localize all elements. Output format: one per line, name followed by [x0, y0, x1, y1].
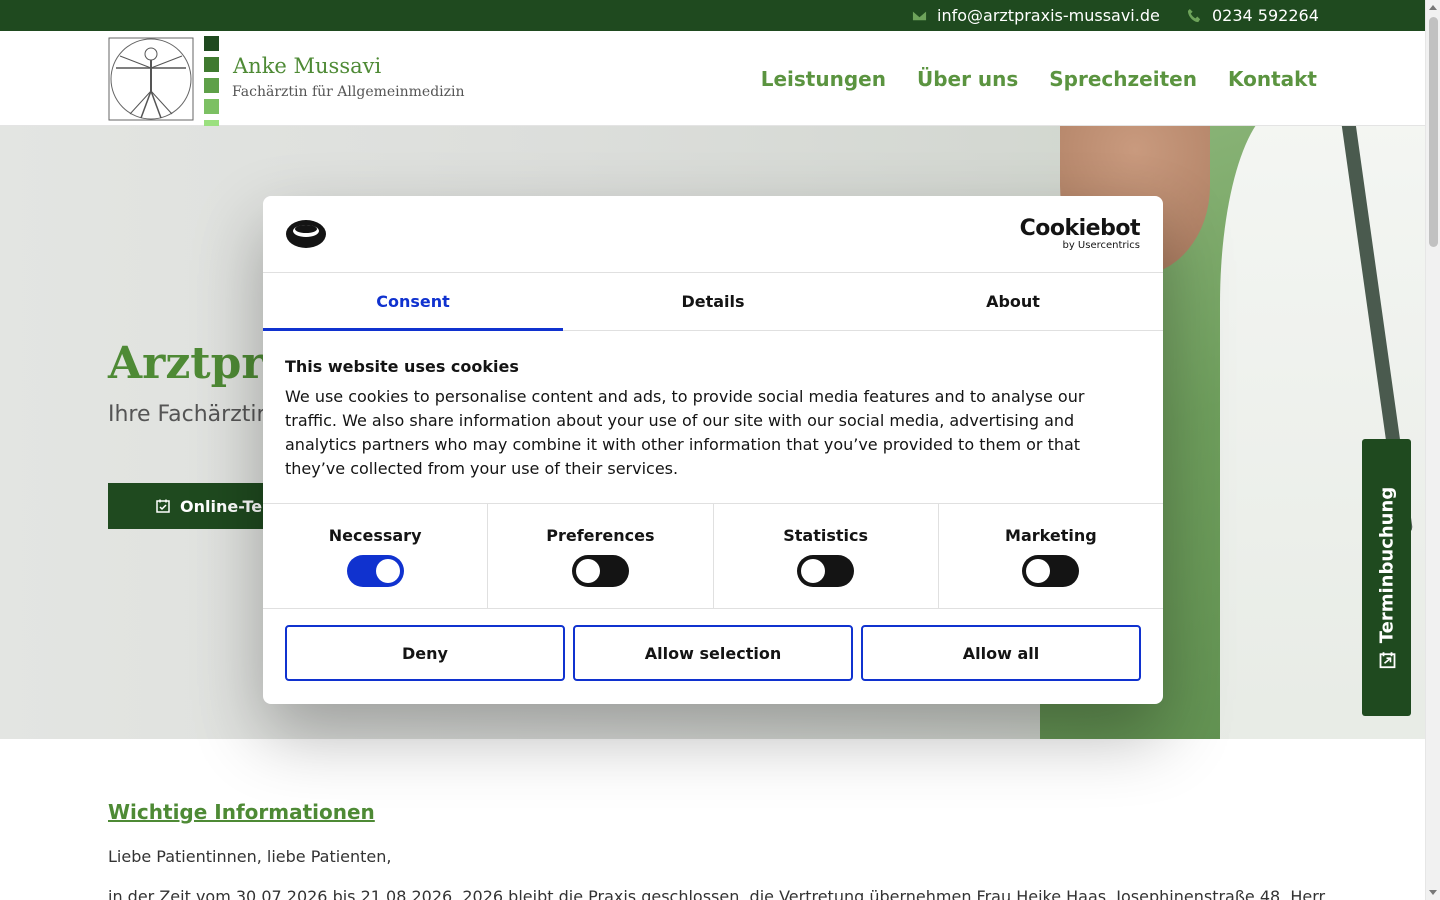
side-booking-label: Terminbuchung [1376, 486, 1397, 643]
logo-square [204, 78, 219, 93]
deny-button[interactable]: Deny [285, 625, 565, 681]
logo-square [204, 99, 219, 114]
scroll-down-arrow[interactable] [1429, 890, 1437, 895]
logo-square [204, 36, 219, 51]
necessary-toggle[interactable] [346, 555, 404, 587]
main-navigation: Leistungen Über uns Sprechzeiten Kontakt [761, 67, 1317, 91]
page-scrollbar[interactable] [1425, 0, 1440, 900]
tab-about[interactable]: About [863, 273, 1163, 330]
nav-ueber-uns[interactable]: Über uns [917, 67, 1018, 91]
nav-kontakt[interactable]: Kontakt [1228, 67, 1317, 91]
category-label: Marketing [1005, 526, 1097, 545]
side-booking-tab[interactable]: Terminbuchung [1362, 439, 1411, 716]
dialog-tabs: Consent Details About [263, 273, 1163, 331]
category-marketing: Marketing [939, 504, 1163, 608]
statistics-toggle[interactable] [797, 555, 855, 587]
calendar-check-icon [156, 499, 170, 513]
top-contact-bar: info@arztpraxis-mussavi.de 0234 592264 [0, 0, 1425, 31]
content-greeting: Liebe Patientinnen, liebe Patienten, [108, 847, 392, 866]
category-statistics: Statistics [714, 504, 939, 608]
hero-title: Arztpr [108, 338, 265, 389]
scrollbar-thumb[interactable] [1429, 17, 1438, 247]
marketing-toggle[interactable] [1022, 555, 1080, 587]
scroll-up-arrow[interactable] [1429, 5, 1437, 10]
brand-subtitle: Fachärztin für Allgemeinmedizin [232, 84, 465, 100]
vitruvian-man-logo[interactable] [108, 36, 196, 122]
allow-all-button[interactable]: Allow all [861, 625, 1141, 681]
tab-details[interactable]: Details [563, 273, 863, 330]
cookiebot-name: Cookiebot [1019, 216, 1141, 241]
cookiebot-brand[interactable]: Cookiebot by Usercentrics [1019, 216, 1141, 252]
email-text: info@arztpraxis-mussavi.de [937, 6, 1160, 25]
logo-square [204, 57, 219, 72]
toggle-knob [375, 559, 400, 583]
category-preferences: Preferences [488, 504, 714, 608]
category-label: Statistics [783, 526, 868, 545]
envelope-icon [912, 10, 927, 21]
email-link[interactable]: info@arztpraxis-mussavi.de [912, 6, 1160, 25]
calendar-arrow-icon [1378, 651, 1395, 668]
side-booking-label-wrap: Terminbuchung [1376, 486, 1397, 668]
phone-text: 0234 592264 [1212, 6, 1319, 25]
phone-icon [1187, 8, 1201, 23]
toggle-knob [801, 559, 826, 583]
nav-leistungen[interactable]: Leistungen [761, 67, 886, 91]
cookie-consent-dialog: Cookiebot by Usercentrics Consent Detail… [263, 196, 1163, 704]
toggle-knob [1026, 559, 1051, 583]
dialog-heading: This website uses cookies [285, 357, 519, 376]
brand-name[interactable]: Anke Mussavi [233, 54, 381, 78]
site-header: Anke Mussavi Fachärztin für Allgemeinmed… [0, 31, 1425, 135]
cookie-categories: Necessary Preferences Statistics Marketi… [263, 503, 1163, 609]
content-paragraph: in der Zeit vom 30.07.2026 bis 21.08.202… [108, 887, 1326, 900]
cookiebot-by: by Usercentrics [1062, 240, 1140, 251]
category-label: Necessary [328, 526, 422, 545]
dialog-logo-row: Cookiebot by Usercentrics [263, 196, 1163, 273]
phone-link[interactable]: 0234 592264 [1187, 6, 1319, 25]
important-info-heading[interactable]: Wichtige Informationen [108, 800, 375, 824]
nav-sprechzeiten[interactable]: Sprechzeiten [1049, 67, 1197, 91]
preferences-toggle[interactable] [571, 555, 629, 587]
dialog-buttons: Deny Allow selection Allow all [285, 625, 1141, 681]
dialog-text: We use cookies to personalise content an… [285, 387, 1085, 478]
cookiebot-icon [286, 220, 326, 248]
online-booking-label: Online-Ter [180, 496, 271, 516]
toggle-knob [575, 559, 600, 583]
tab-consent[interactable]: Consent [263, 273, 563, 331]
category-label: Preferences [546, 526, 655, 545]
category-necessary: Necessary [263, 504, 489, 608]
allow-selection-button[interactable]: Allow selection [573, 625, 853, 681]
hero-subtitle: Ihre Fachärztin [108, 402, 271, 427]
